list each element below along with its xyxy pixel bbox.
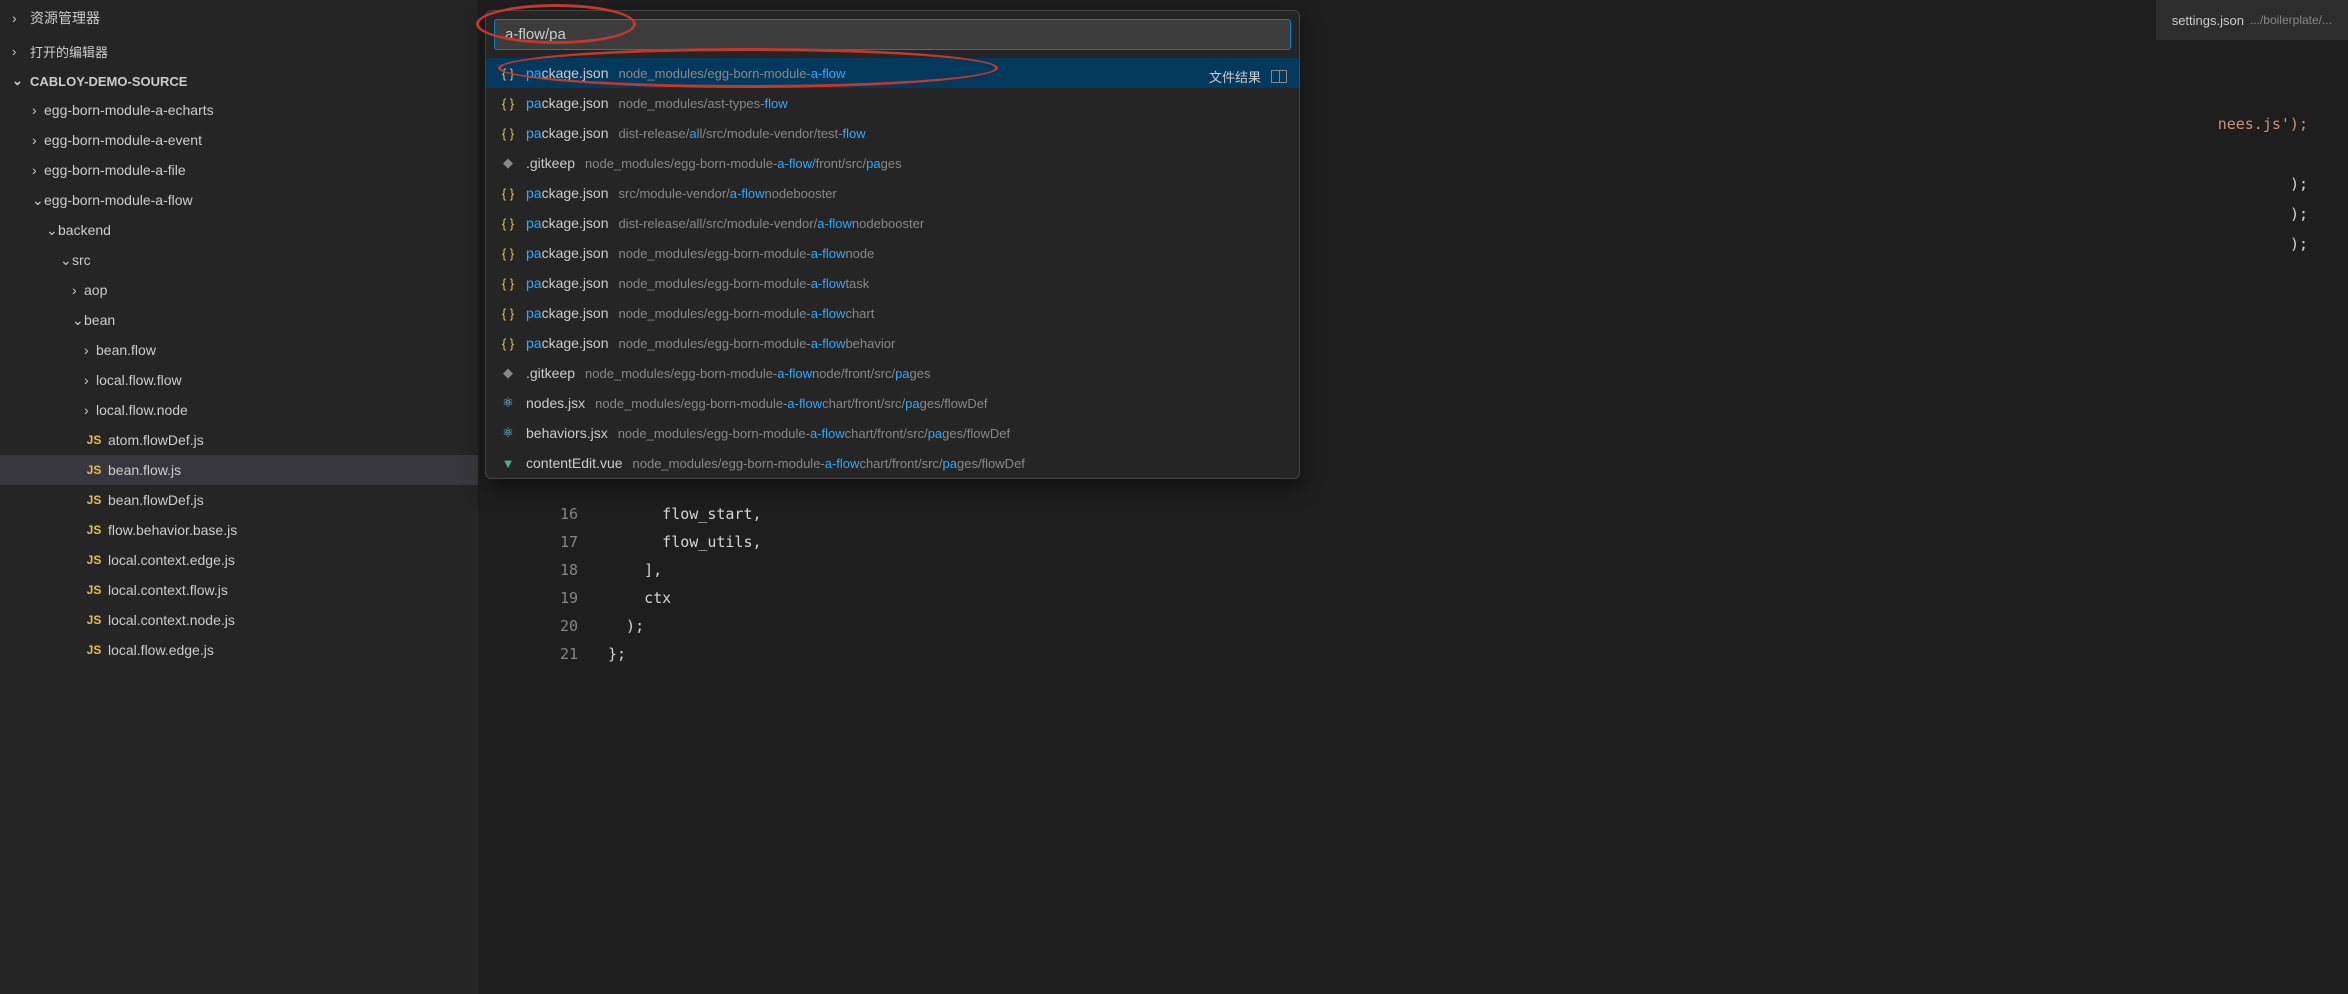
chevron-right-icon: › bbox=[84, 402, 96, 418]
quick-open-result[interactable]: ▼contentEdit.vuenode_modules/egg-born-mo… bbox=[486, 448, 1299, 478]
folder-item[interactable]: ›local.flow.flow bbox=[0, 365, 478, 395]
chevron-down-icon: ⌄ bbox=[60, 252, 72, 269]
folder-item[interactable]: ⌄src bbox=[0, 245, 478, 275]
js-file-icon: JS bbox=[84, 583, 104, 597]
folder-item[interactable]: ⌄backend bbox=[0, 215, 478, 245]
react-file-icon: ⚛ bbox=[498, 395, 518, 411]
folder-item[interactable]: ›aop bbox=[0, 275, 478, 305]
code-line: 18 ], bbox=[538, 556, 2348, 584]
quick-open-result[interactable]: ⚛behaviors.jsxnode_modules/egg-born-modu… bbox=[486, 418, 1299, 448]
quick-open-panel: 文件结果 { }package.jsonnode_modules/egg-bor… bbox=[485, 10, 1300, 479]
file-item[interactable]: JSflow.behavior.base.js bbox=[0, 515, 478, 545]
git-file-icon: ◆ bbox=[498, 365, 518, 381]
code-line: 19 ctx bbox=[538, 584, 2348, 612]
file-item[interactable]: JSlocal.context.edge.js bbox=[0, 545, 478, 575]
file-item[interactable]: JSbean.flow.js bbox=[0, 455, 478, 485]
editor-tab[interactable]: settings.json .../boilerplate/... bbox=[2156, 0, 2348, 40]
quick-open-result[interactable]: ◆.gitkeepnode_modules/egg-born-module-a-… bbox=[486, 148, 1299, 178]
chevron-down-icon: ⌄ bbox=[46, 222, 58, 239]
quick-open-footer: 文件结果 bbox=[1209, 67, 1287, 86]
file-item[interactable]: JSbean.flowDef.js bbox=[0, 485, 478, 515]
js-file-icon: JS bbox=[84, 553, 104, 567]
json-file-icon: { } bbox=[498, 246, 518, 261]
quick-open-result[interactable]: { }package.jsonnode_modules/egg-born-mod… bbox=[486, 298, 1299, 328]
js-file-icon: JS bbox=[84, 463, 104, 477]
quick-open-result[interactable]: { }package.jsonnode_modules/egg-born-mod… bbox=[486, 238, 1299, 268]
folder-item[interactable]: ›egg-born-module-a-event bbox=[0, 125, 478, 155]
git-file-icon: ◆ bbox=[498, 155, 518, 171]
chevron-right-icon: › bbox=[72, 282, 84, 298]
quick-open-result[interactable]: { }package.jsonnode_modules/egg-born-mod… bbox=[486, 328, 1299, 358]
code-line: 16 flow_start, bbox=[538, 500, 2348, 528]
react-file-icon: ⚛ bbox=[498, 425, 518, 441]
json-file-icon: { } bbox=[498, 216, 518, 231]
vue-file-icon: ▼ bbox=[498, 456, 518, 471]
chevron-right-icon: › bbox=[32, 102, 44, 118]
folder-item[interactable]: ›bean.flow bbox=[0, 335, 478, 365]
chevron-down-icon: ⌄ bbox=[32, 192, 44, 209]
chevron-down-icon: ⌄ bbox=[72, 312, 84, 329]
quick-open-input[interactable] bbox=[494, 19, 1291, 50]
tab-bar: settings.json .../boilerplate/... bbox=[2156, 0, 2348, 40]
json-file-icon: { } bbox=[498, 96, 518, 111]
folder-item[interactable]: ⌄bean bbox=[0, 305, 478, 335]
quick-open-result[interactable]: ◆.gitkeepnode_modules/egg-born-module-a-… bbox=[486, 358, 1299, 388]
json-file-icon: { } bbox=[498, 186, 518, 201]
code-line: 17 flow_utils, bbox=[538, 528, 2348, 556]
folder-item[interactable]: ›egg-born-module-a-file bbox=[0, 155, 478, 185]
chevron-right-icon: › bbox=[84, 342, 96, 358]
chevron-right-icon: › bbox=[32, 162, 44, 178]
chevron-right-icon: › bbox=[32, 132, 44, 148]
quick-open-result[interactable]: ⚛nodes.jsxnode_modules/egg-born-module-a… bbox=[486, 388, 1299, 418]
js-file-icon: JS bbox=[84, 433, 104, 447]
workspace-title[interactable]: ⌄ CABLOY-DEMO-SOURCE bbox=[0, 67, 478, 95]
explorer-title: › 资源管理器 bbox=[0, 0, 478, 36]
explorer-sidebar: › 资源管理器 › 打开的编辑器 ⌄ CABLOY-DEMO-SOURCE ›e… bbox=[0, 0, 478, 994]
file-item[interactable]: JSlocal.flow.edge.js bbox=[0, 635, 478, 665]
json-file-icon: { } bbox=[498, 276, 518, 291]
folder-item[interactable]: ›local.flow.node bbox=[0, 395, 478, 425]
file-item[interactable]: JSatom.flowDef.js bbox=[0, 425, 478, 455]
json-file-icon: { } bbox=[498, 336, 518, 351]
folder-item[interactable]: ›egg-born-module-a-echarts bbox=[0, 95, 478, 125]
quick-open-result[interactable]: { }package.jsonnode_modules/ast-types-fl… bbox=[486, 88, 1299, 118]
js-file-icon: JS bbox=[84, 523, 104, 537]
chevron-right-icon: › bbox=[12, 44, 24, 59]
file-item[interactable]: JSlocal.context.node.js bbox=[0, 605, 478, 635]
json-file-icon: { } bbox=[498, 126, 518, 141]
code-line: 21}; bbox=[538, 640, 2348, 668]
js-file-icon: JS bbox=[84, 493, 104, 507]
json-file-icon: { } bbox=[498, 306, 518, 321]
js-file-icon: JS bbox=[84, 643, 104, 657]
chevron-down-icon: ⌄ bbox=[12, 73, 24, 89]
quick-open-result[interactable]: { }package.jsonnode_modules/egg-born-mod… bbox=[486, 58, 1299, 88]
file-item[interactable]: JSlocal.context.flow.js bbox=[0, 575, 478, 605]
js-file-icon: JS bbox=[84, 613, 104, 627]
quick-open-result[interactable]: { }package.jsondist-release/all/src/modu… bbox=[486, 118, 1299, 148]
split-editor-icon[interactable] bbox=[1271, 70, 1287, 83]
open-editors-section[interactable]: › 打开的编辑器 bbox=[0, 36, 478, 67]
folder-item[interactable]: ⌄egg-born-module-a-flow bbox=[0, 185, 478, 215]
quick-open-result[interactable]: { }package.jsonnode_modules/egg-born-mod… bbox=[486, 268, 1299, 298]
chevron-right-icon[interactable]: › bbox=[12, 10, 24, 26]
chevron-right-icon: › bbox=[84, 372, 96, 388]
quick-open-result[interactable]: { }package.jsonsrc/module-vendor/a-flown… bbox=[486, 178, 1299, 208]
json-file-icon: { } bbox=[498, 66, 518, 81]
code-line: 20 ); bbox=[538, 612, 2348, 640]
quick-open-result[interactable]: { }package.jsondist-release/all/src/modu… bbox=[486, 208, 1299, 238]
